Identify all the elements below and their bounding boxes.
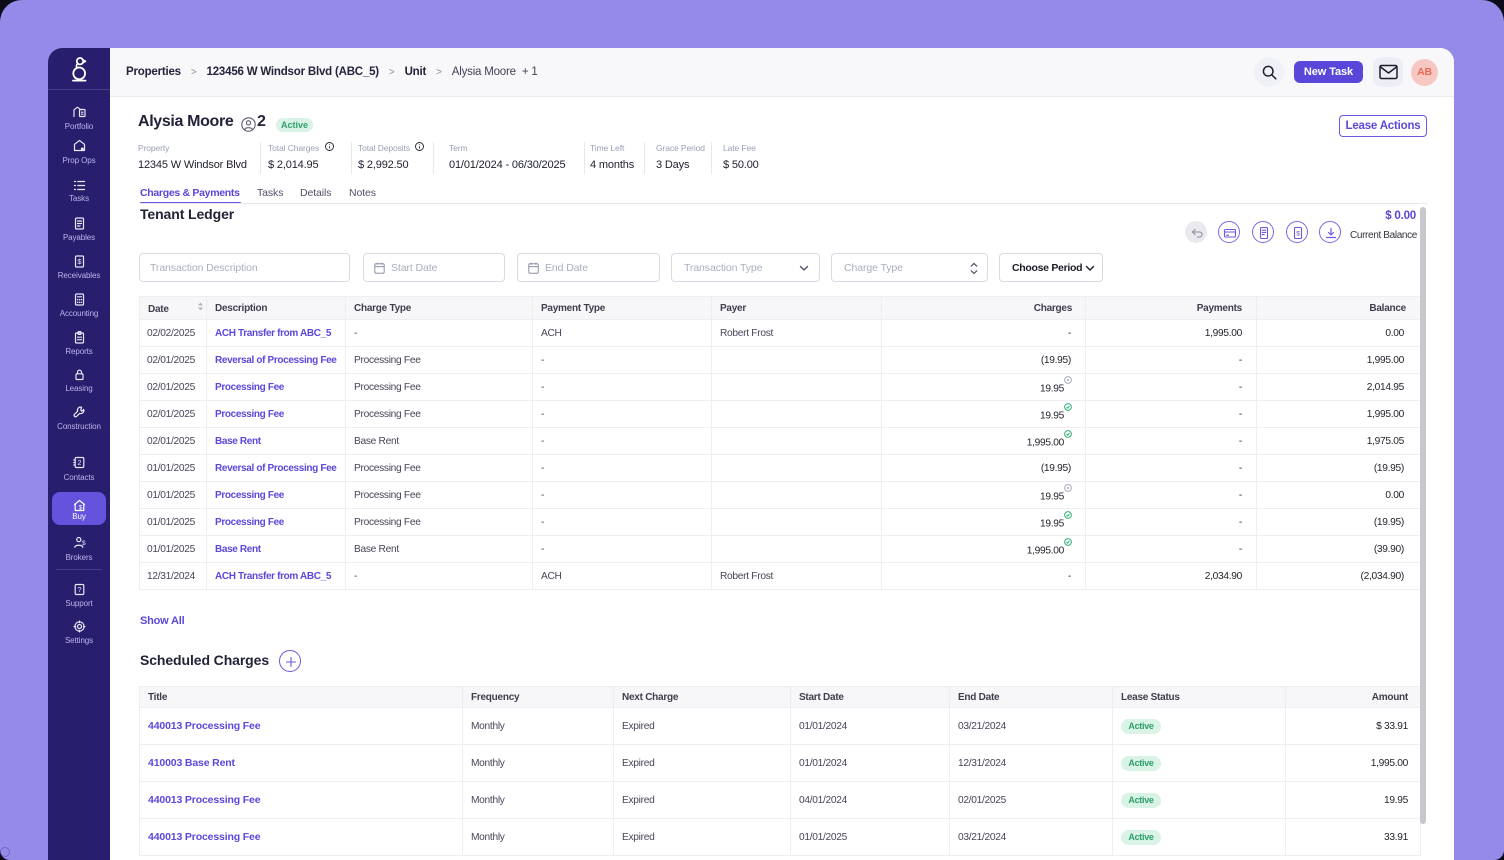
svg-text:$: $ (78, 504, 82, 511)
svg-text:$: $ (1296, 230, 1300, 237)
svg-text:$: $ (81, 540, 85, 547)
svg-text:$: $ (77, 257, 82, 266)
svg-text:?: ? (77, 585, 81, 594)
svg-text:2: 2 (77, 460, 81, 467)
